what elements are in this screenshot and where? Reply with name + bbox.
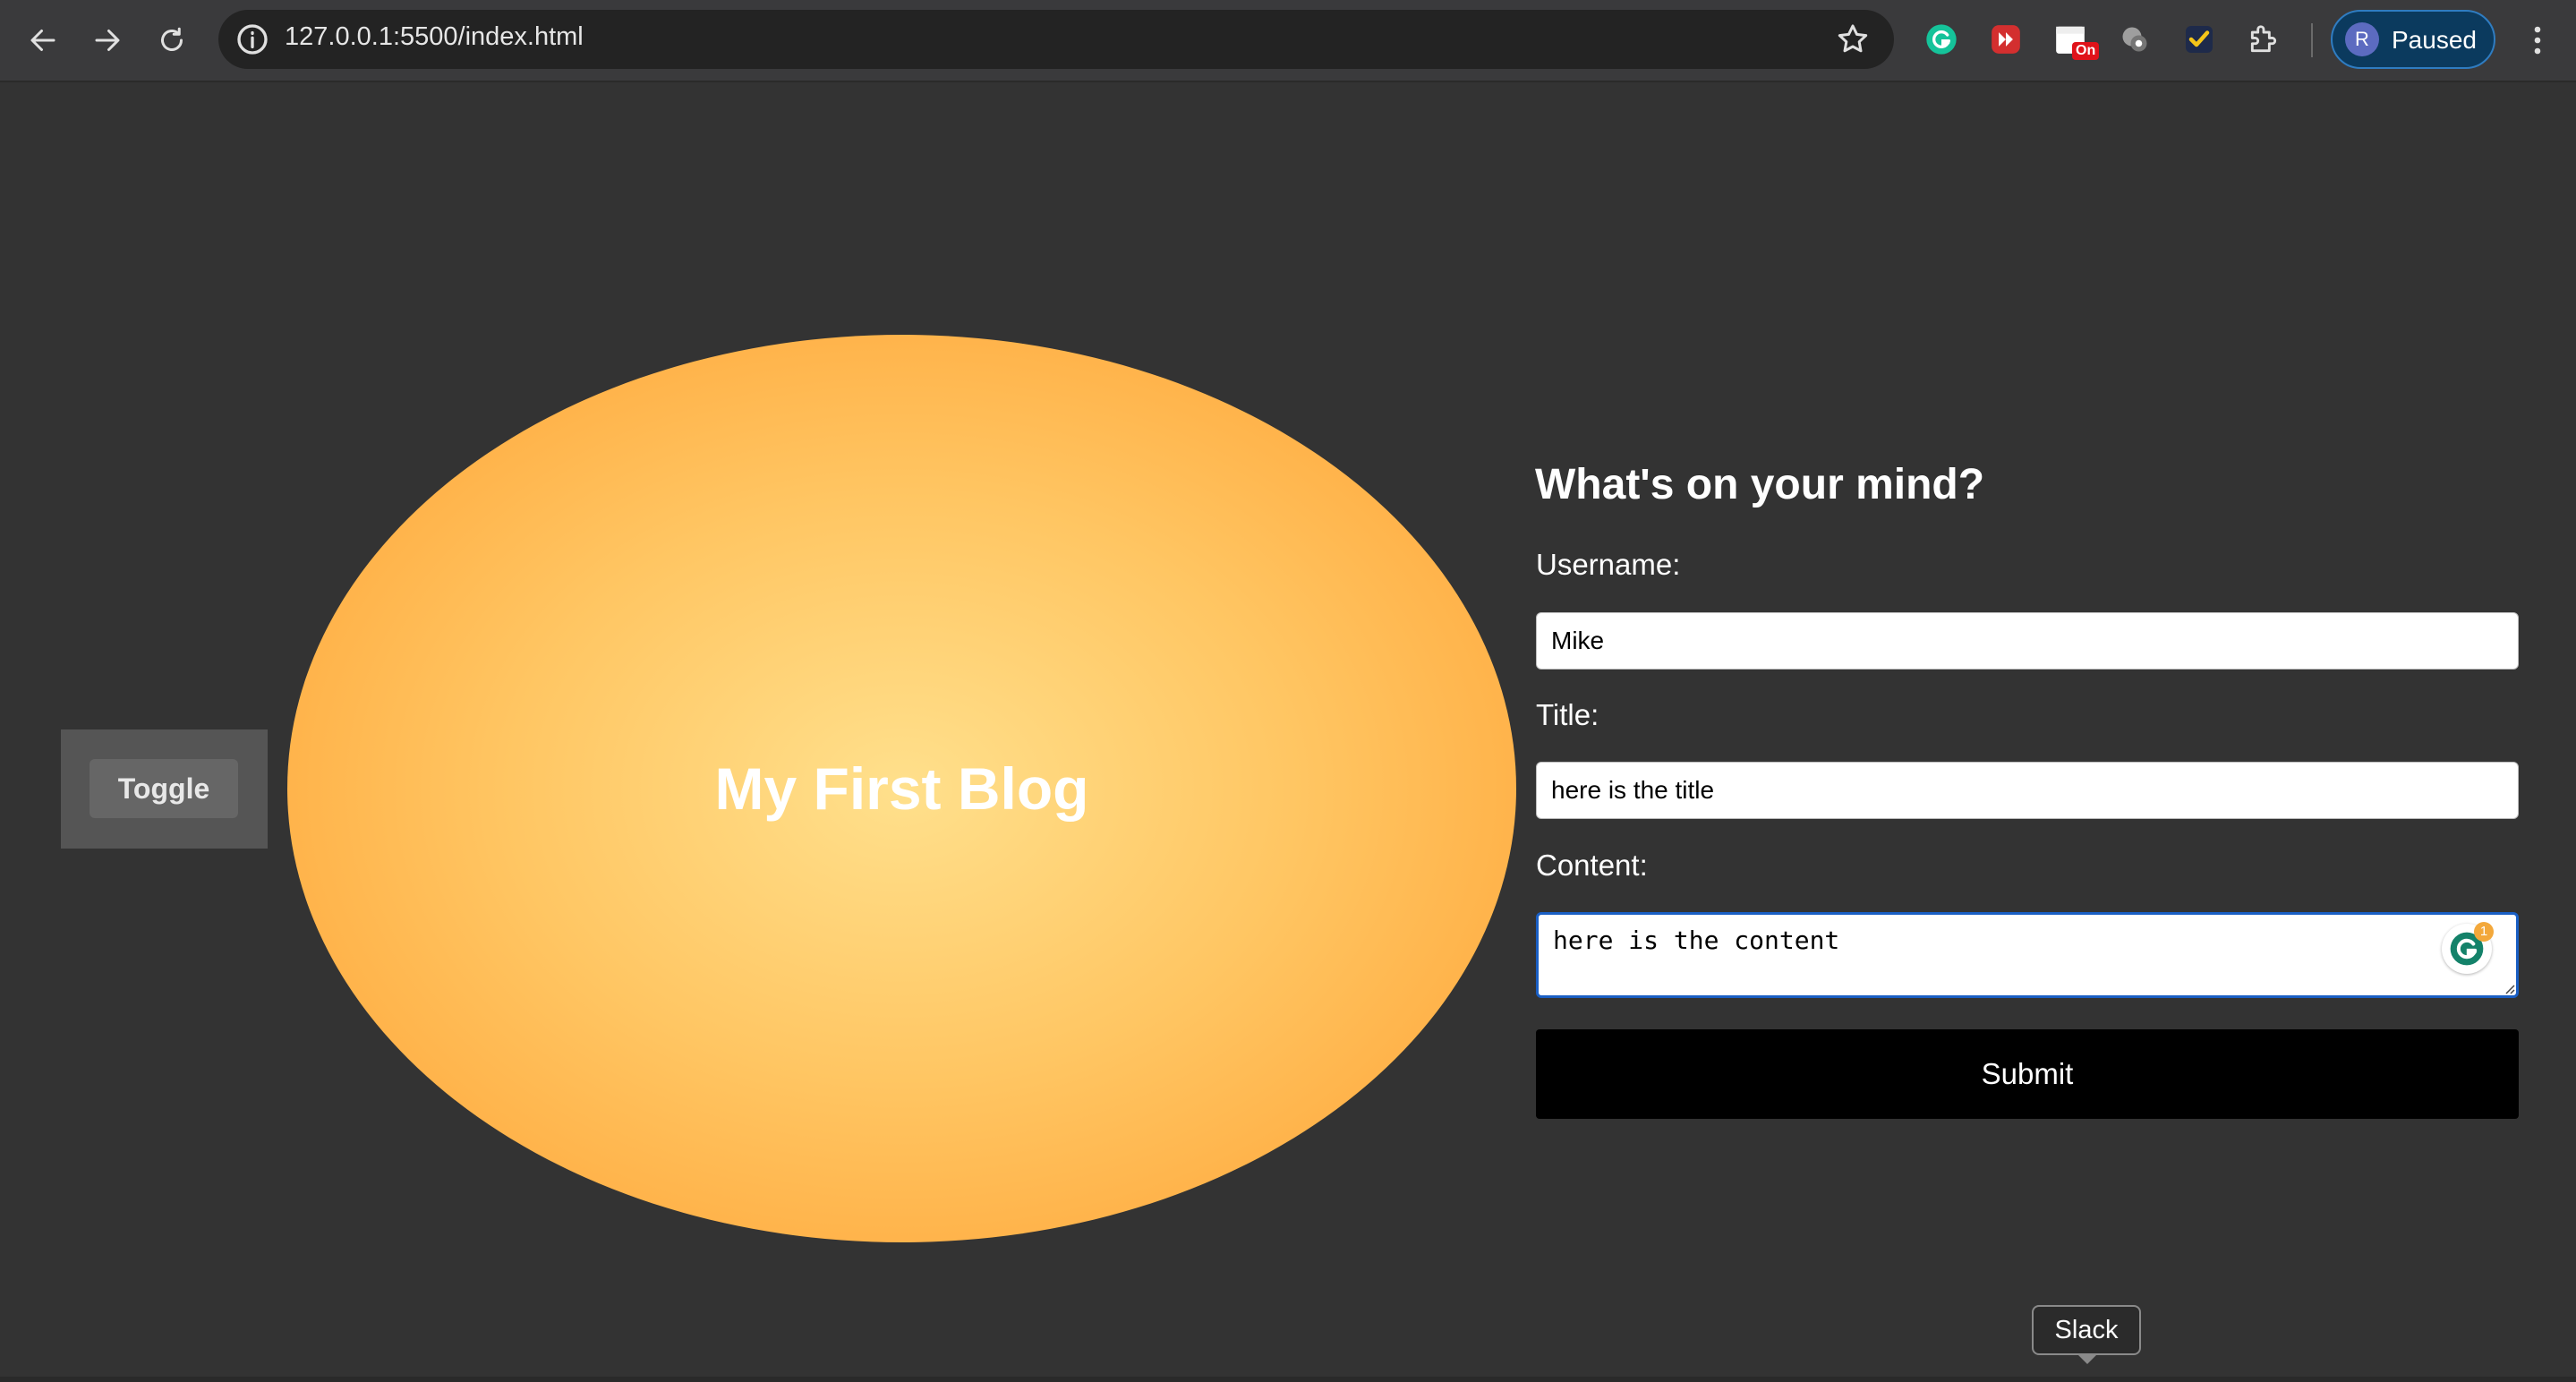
back-button[interactable] — [16, 13, 70, 67]
privacy-extension-icon — [2122, 27, 2147, 52]
username-input[interactable] — [1536, 612, 2519, 670]
forward-button[interactable] — [81, 13, 134, 67]
content-label: Content: — [1536, 849, 1648, 882]
avatar: R — [2345, 22, 2379, 56]
video-speed-extension-icon — [1992, 25, 2020, 54]
address-bar[interactable]: 127.0.0.1:5500/index.html — [218, 10, 1894, 69]
resize-handle-icon[interactable] — [2503, 982, 2515, 994]
back-icon — [30, 30, 55, 51]
hero-title: My First Blog — [714, 755, 1089, 822]
url-text[interactable]: 127.0.0.1:5500/index.html — [285, 22, 584, 52]
browser-toolbar: 127.0.0.1:5500/index.html On R Paused — [0, 0, 2576, 82]
checkmark-extension-icon — [2186, 26, 2213, 53]
grammarly-extension-button[interactable] — [1921, 19, 1962, 60]
browser-menu-button[interactable] — [2517, 18, 2558, 63]
site-info-icon[interactable] — [235, 21, 270, 57]
extensions-button[interactable] — [2243, 19, 2284, 60]
grammarly-suggestion-count: 1 — [2474, 922, 2494, 942]
grammarly-extension-icon — [1926, 24, 1957, 55]
toggle-panel: Toggle — [61, 729, 268, 849]
checkmark-extension-button[interactable] — [2179, 19, 2220, 60]
tooltip-arrow — [2077, 1353, 2098, 1364]
content-textarea[interactable]: here is the content — [1536, 912, 2519, 998]
extension-badge: On — [2072, 42, 2100, 60]
toolbar-divider — [2311, 23, 2313, 57]
username-label: Username: — [1536, 548, 1681, 581]
hero-ellipse: My First Blog — [287, 335, 1516, 1242]
extensions-puzzle-icon — [2250, 25, 2277, 53]
title-label: Title: — [1536, 698, 1599, 731]
more-menu-icon — [2534, 26, 2541, 55]
reload-icon — [161, 27, 183, 51]
forward-icon — [95, 30, 120, 51]
profile-status: Paused — [2392, 26, 2477, 54]
toggle-button[interactable]: Toggle — [90, 759, 238, 818]
privacy-extension-button[interactable] — [2114, 19, 2155, 60]
submit-button[interactable]: Submit — [1536, 1029, 2519, 1119]
video-speed-extension-button[interactable] — [1985, 19, 2026, 60]
reload-button[interactable] — [145, 13, 199, 67]
dock-tooltip: Slack — [2032, 1305, 2141, 1355]
title-input[interactable] — [1536, 762, 2519, 819]
bookmark-star-icon[interactable] — [1835, 21, 1871, 57]
window-bottom-edge — [0, 1377, 2576, 1382]
form-heading: What's on your mind? — [1535, 461, 1985, 508]
profile-button[interactable]: R Paused — [2331, 10, 2495, 69]
